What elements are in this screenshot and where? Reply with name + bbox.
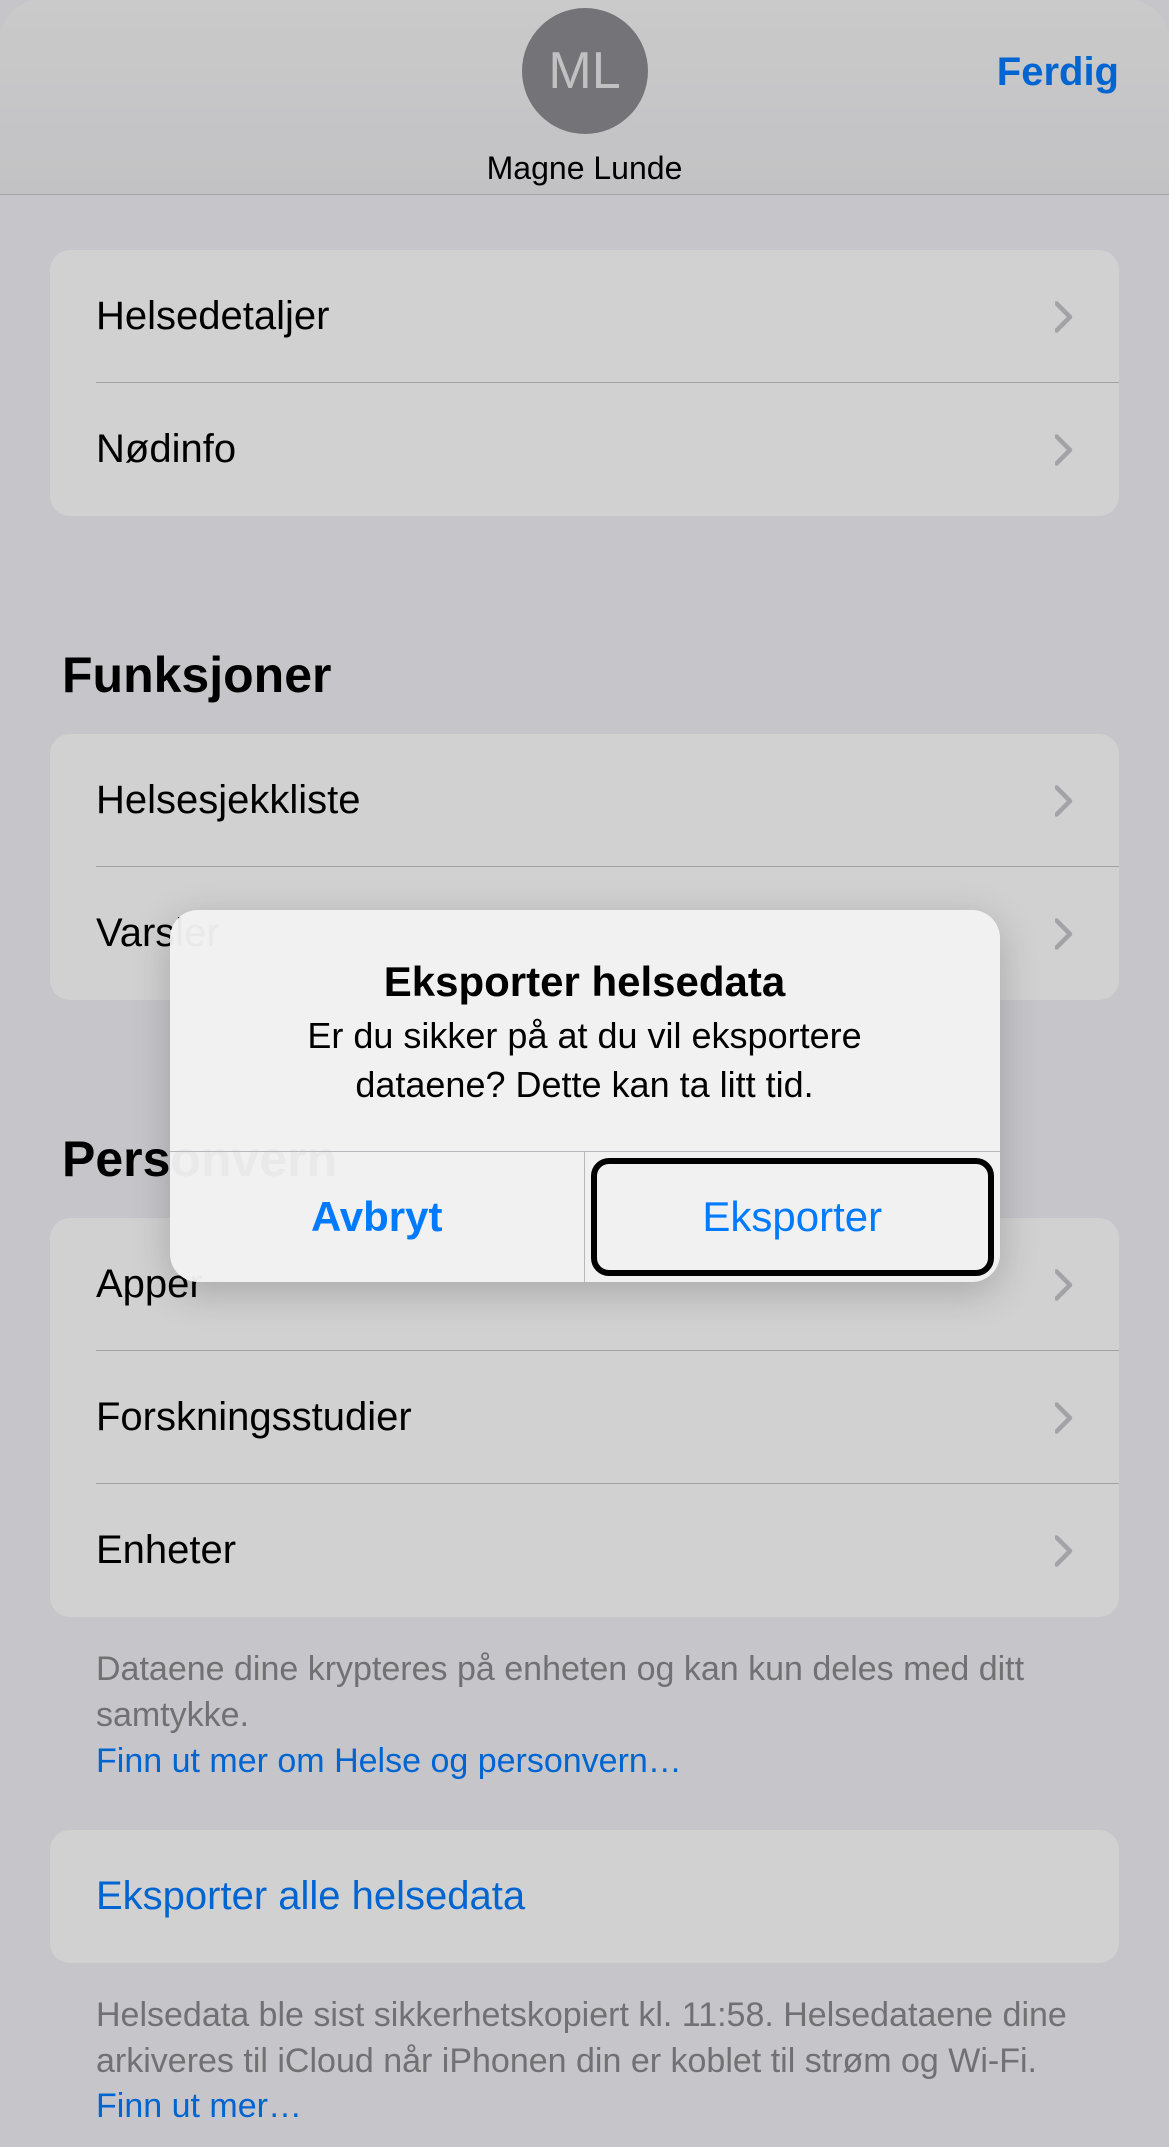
alert-content: Eksporter helsedata Er du sikker på at d…	[170, 910, 1000, 1151]
cancel-button[interactable]: Avbryt	[170, 1152, 586, 1282]
button-label: Avbryt	[311, 1193, 442, 1241]
export-button[interactable]: Eksporter	[585, 1152, 1000, 1282]
button-label: Eksporter	[702, 1193, 882, 1241]
export-alert: Eksporter helsedata Er du sikker på at d…	[170, 910, 1000, 1282]
alert-buttons: Avbryt Eksporter	[170, 1151, 1000, 1282]
alert-message: Er du sikker på at du vil eksportere dat…	[230, 1012, 940, 1109]
alert-title: Eksporter helsedata	[230, 958, 940, 1006]
